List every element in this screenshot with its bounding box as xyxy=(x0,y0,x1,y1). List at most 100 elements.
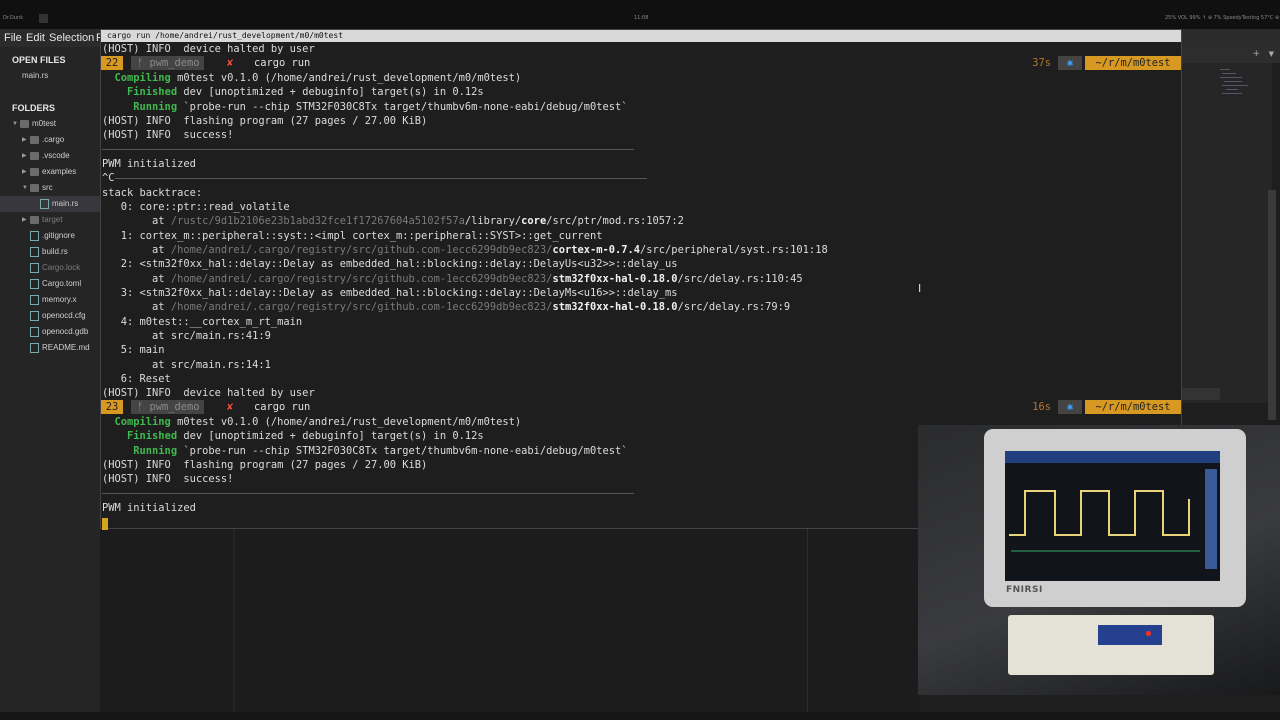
tree-item[interactable]: build.rs xyxy=(0,244,100,260)
chevron-down-icon[interactable]: ▼ xyxy=(12,116,18,132)
oscilloscope-screen xyxy=(1005,451,1220,581)
terminal-line: Finished dev [unoptimized + debuginfo] t… xyxy=(127,86,484,98)
bottom-status-bar xyxy=(0,712,1280,720)
open-file-item[interactable]: main.rs xyxy=(0,68,100,84)
terminal-separator xyxy=(115,178,647,179)
tree-item-label: src xyxy=(42,183,53,192)
tree-item[interactable]: Cargo.lock xyxy=(0,260,100,276)
terminal-line: Compiling m0test v0.1.0 (/home/andrei/ru… xyxy=(114,72,522,84)
backtrace-frame: 3: <stm32f0xx_hal::delay::Delay as embed… xyxy=(102,287,678,299)
terminal-line: Finished dev [unoptimized + debuginfo] t… xyxy=(127,430,484,442)
open-file-label: main.rs xyxy=(22,71,49,80)
tree-item[interactable]: ▶ .cargo xyxy=(0,132,100,148)
backtrace-location: at src/main.rs:14:1 xyxy=(102,359,271,371)
tree-item[interactable]: ▼ m0test xyxy=(0,116,100,132)
menu-file[interactable]: File xyxy=(4,32,22,44)
tree-item-label: main.rs xyxy=(52,199,79,208)
terminal-line: (HOST) INFO device halted by user xyxy=(102,387,315,399)
prompt-star-icon: ✱ xyxy=(1058,400,1082,414)
backtrace-frame: 1: cortex_m::peripheral::syst::<impl cor… xyxy=(102,230,603,242)
folders-header: FOLDERS xyxy=(12,103,56,113)
tree-item-label: build.rs xyxy=(42,247,68,256)
prompt-path: ~/r/m/m0test xyxy=(1085,400,1181,414)
backtrace-frame: 5: main xyxy=(102,344,165,356)
backtrace-frame: 4: m0test::__cortex_m_rt_main xyxy=(102,316,303,328)
tree-item-label: target xyxy=(42,215,63,224)
minimap[interactable] xyxy=(1182,63,1272,403)
terminal-cursor xyxy=(102,518,108,530)
top-bar-left-label: Dr.Dunk xyxy=(3,15,24,21)
prompt-error-icon: ✘ xyxy=(227,401,234,413)
file-icon xyxy=(30,263,39,273)
tree-item[interactable]: ▶ .vscode xyxy=(0,148,100,164)
shell-prompt: 22 ᚠ pwm_demo ✘ cargo run 37s ✱ ~/r/m/m0… xyxy=(101,56,1181,70)
prompt-duration: 16s xyxy=(1032,401,1051,413)
chevron-right-icon[interactable]: ▶ xyxy=(22,148,27,164)
terminal-line: (HOST) INFO device halted by user xyxy=(102,43,315,55)
tree-item-label: Cargo.lock xyxy=(42,263,81,272)
folder-icon xyxy=(30,168,39,176)
tree-item-label: .cargo xyxy=(42,135,65,144)
terminal-line: (HOST) INFO flashing program (27 pages /… xyxy=(102,459,428,471)
breadboard xyxy=(1008,615,1214,675)
led-indicator xyxy=(1146,631,1151,636)
terminal-line: (HOST) INFO success! xyxy=(102,473,234,485)
folder-icon xyxy=(30,184,39,192)
backtrace-frame: 0: core::ptr::read_volatile xyxy=(102,201,290,213)
prompt-path: ~/r/m/m0test xyxy=(1085,56,1181,70)
tree-item[interactable]: README.md xyxy=(0,340,100,356)
terminal-title-bar[interactable]: cargo run /home/andrei/rust_development/… xyxy=(101,30,1181,42)
chevron-right-icon[interactable]: ▶ xyxy=(22,212,27,228)
tree-item[interactable]: main.rs xyxy=(0,196,100,212)
tree-item[interactable]: openocd.gdb xyxy=(0,324,100,340)
folder-icon xyxy=(30,136,39,144)
shell-prompt: 23 ᚠ pwm_demo ✘ cargo run 16s ✱ ~/r/m/m0… xyxy=(101,400,1181,414)
add-tab-icon[interactable]: + xyxy=(1252,49,1260,59)
active-workspace-indicator[interactable] xyxy=(39,14,48,23)
tree-item[interactable]: Cargo.toml xyxy=(0,276,100,292)
backtrace-frame: 2: <stm32f0xx_hal::delay::Delay as embed… xyxy=(102,258,678,270)
backtrace-location: at src/main.rs:41:9 xyxy=(102,330,271,342)
terminal-line: Running `probe-run --chip STM32F030C8Tx … xyxy=(133,445,628,457)
terminal-line: stack backtrace: xyxy=(102,187,203,199)
tree-item-label: README.md xyxy=(42,343,90,352)
tree-item[interactable]: memory.x xyxy=(0,292,100,308)
prompt-command: cargo run xyxy=(254,401,311,413)
prompt-history-number: 22 xyxy=(101,56,123,70)
tree-item-label: openocd.cfg xyxy=(42,311,86,320)
terminal-separator xyxy=(102,149,634,150)
oscilloscope-waveform xyxy=(1009,490,1200,552)
file-icon xyxy=(30,295,39,305)
tree-item[interactable]: ▼ src xyxy=(0,180,100,196)
tree-item[interactable]: openocd.cfg xyxy=(0,308,100,324)
oscilloscope-brand: FNIRSI xyxy=(1006,585,1043,595)
tree-item[interactable]: ▶ examples xyxy=(0,164,100,180)
chevron-down-icon[interactable]: ▼ xyxy=(22,180,28,196)
backtrace-location: at /rustc/9d1b2106e23b1abd32fce1f1726760… xyxy=(102,215,684,227)
square-wave xyxy=(1009,490,1190,536)
menu-edit[interactable]: Edit xyxy=(26,32,45,44)
tab-dropdown-icon[interactable]: ▼ xyxy=(1269,50,1274,58)
prompt-git-branch: ᚠ pwm_demo xyxy=(131,56,204,70)
terminal-line: PWM initialized xyxy=(102,502,196,514)
tree-item-label: .gitignore xyxy=(42,231,75,240)
editor-area[interactable] xyxy=(100,529,920,720)
system-top-bar: Dr.Dunk 11:08 25% VOL 99% ↑ ⊕ 7% SpeedyT… xyxy=(0,0,1280,29)
tree-item[interactable]: ▶ target xyxy=(0,212,100,228)
tree-item-label: memory.x xyxy=(42,295,77,304)
top-bar-clock: 11:08 xyxy=(634,15,649,21)
chevron-right-icon[interactable]: ▶ xyxy=(22,132,27,148)
minimap-viewport[interactable] xyxy=(1182,388,1220,400)
chevron-right-icon[interactable]: ▶ xyxy=(22,164,27,180)
terminal-line: ^C xyxy=(102,172,115,184)
menu-selection[interactable]: Selection xyxy=(49,32,94,44)
backtrace-location: at /home/andrei/.cargo/registry/src/gith… xyxy=(102,273,803,285)
terminal-separator xyxy=(102,493,634,494)
editor-scrollbar[interactable] xyxy=(1268,190,1276,420)
backtrace-frame: 6: Reset xyxy=(102,373,171,385)
file-icon xyxy=(30,279,39,289)
tree-item-label: m0test xyxy=(32,119,57,128)
tree-item[interactable]: .gitignore xyxy=(0,228,100,244)
webcam-overlay: FNIRSI xyxy=(918,425,1280,695)
prompt-error-icon: ✘ xyxy=(227,57,234,69)
